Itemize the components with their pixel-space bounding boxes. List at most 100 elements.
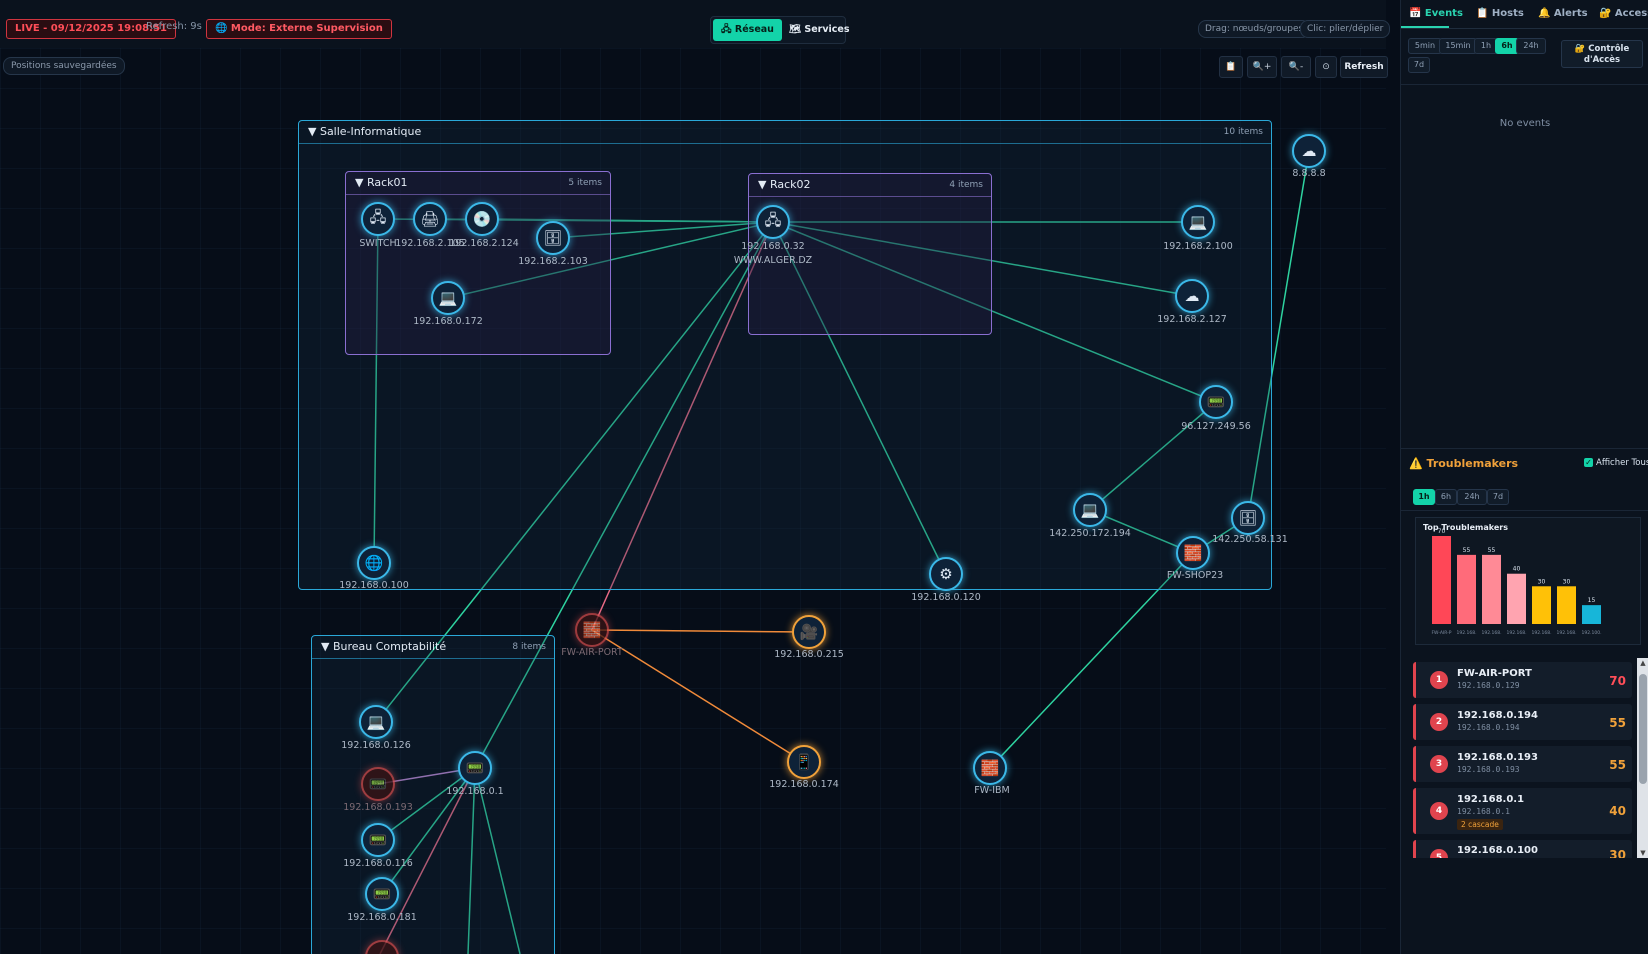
node-192-168-0-1[interactable]: 📟 xyxy=(458,751,492,785)
tm-range-1h[interactable]: 1h xyxy=(1413,489,1435,505)
zoom-in-button[interactable]: 🔍+ xyxy=(1247,56,1277,78)
list-item[interactable]: 3 192.168.0.193 192.168.0.193 55 xyxy=(1413,746,1632,782)
node-www-alger-dz[interactable]: 🖧 xyxy=(756,205,790,239)
node-192-168-0-174[interactable]: 📱 xyxy=(787,745,821,779)
mode-badge[interactable]: 🌐 Mode: Externe Supervision xyxy=(206,19,392,39)
chart-bar[interactable] xyxy=(1532,586,1551,624)
node-8-8-8-8[interactable]: ☁ xyxy=(1292,134,1326,168)
chart-bar[interactable] xyxy=(1457,554,1476,624)
node-192-168-0-215[interactable]: 🎥 xyxy=(792,615,826,649)
node-192-168-0-193[interactable]: 📟 xyxy=(361,767,395,801)
group-header[interactable]: ▼ Rack02 4 items xyxy=(749,174,991,197)
drag-hint: Drag: nœuds/groupes xyxy=(1198,20,1311,38)
list-item[interactable]: 4 192.168.0.1 192.168.0.1 2 cascade 40 xyxy=(1413,788,1632,834)
node-192-168-2-100[interactable]: 💻 xyxy=(1181,205,1215,239)
troublemakers-chart: Top Troublemakers 70 FW-AIR-P 55 192.168. 55… xyxy=(1415,517,1641,645)
node-192-168-0-116[interactable]: 📟 xyxy=(361,823,395,857)
tab-alerts[interactable]: 🔔 Alerts xyxy=(1538,8,1588,19)
node-label: 192.168.0.116 xyxy=(343,858,413,869)
scroll-down-icon[interactable]: ▼ xyxy=(1637,849,1648,857)
node-142-250-172-194[interactable]: 💻 xyxy=(1073,493,1107,527)
scroll-thumb[interactable] xyxy=(1639,674,1647,784)
list-item[interactable]: 1 FW-AIR-PORT 192.168.0.129 70 xyxy=(1413,662,1632,698)
chart-category-label: 192.168. xyxy=(1556,630,1576,636)
group-title[interactable]: ▼ Salle-Informatique xyxy=(308,125,421,138)
zoom-out-button[interactable]: 🔍- xyxy=(1281,56,1311,78)
range-5min[interactable]: 5min xyxy=(1408,38,1442,54)
tab-access[interactable]: 🔐 Access xyxy=(1599,8,1648,19)
clipboard-button[interactable]: 📋 xyxy=(1219,56,1243,78)
rank-badge: 1 xyxy=(1430,671,1448,689)
group-title[interactable]: ▼ Rack02 xyxy=(758,178,811,191)
range-24h[interactable]: 24h xyxy=(1516,38,1546,54)
group-bureau-comptabilite[interactable]: ▼ Bureau Comptabilité 8 items xyxy=(311,635,555,954)
chart-category-label: 192.168. xyxy=(1456,630,1476,636)
range-7d[interactable]: 7d xyxy=(1408,57,1430,73)
node-142-250-58-131[interactable]: 🗄 xyxy=(1231,501,1265,535)
group-header[interactable]: ▼ Rack01 5 items xyxy=(346,172,610,195)
node-label: 8.8.8.8 xyxy=(1292,168,1326,179)
node-label: 192.168.2.127 xyxy=(1157,314,1227,325)
chart-bar[interactable] xyxy=(1582,605,1601,624)
group-header[interactable]: ▼ Bureau Comptabilité 8 items xyxy=(312,636,554,659)
node-label: 192.168.0.172 xyxy=(413,316,483,327)
tab-network[interactable]: 🖧 Réseau xyxy=(713,19,782,41)
top-bar: LIVE - 09/12/2025 19:08:51 Refresh: 9s 🌐… xyxy=(0,0,1391,49)
firewall-icon: 🧱 xyxy=(980,759,1000,777)
scroll-up-icon[interactable]: ▲ xyxy=(1637,659,1648,667)
reset-view-button[interactable]: ⊙ xyxy=(1315,56,1337,78)
group-count: 10 items xyxy=(1223,127,1263,137)
node-192-168-2-103[interactable]: 🗄 xyxy=(536,221,570,255)
group-rack02[interactable]: ▼ Rack02 4 items xyxy=(748,173,992,335)
chart-bar[interactable] xyxy=(1557,586,1576,624)
network-canvas[interactable]: Positions sauvegardées ▼ Salle-Informati… xyxy=(0,48,1386,954)
divider xyxy=(1401,84,1648,85)
node-192-168-2-127[interactable]: ☁ xyxy=(1175,279,1209,313)
chart-bar[interactable] xyxy=(1432,536,1451,624)
node-192-168-2-124[interactable]: 💿 xyxy=(465,202,499,236)
access-control-button[interactable]: 🔐 Contrôle d'Accès xyxy=(1561,40,1643,68)
tab-events[interactable]: 📅 Events xyxy=(1409,8,1463,19)
score: 40 xyxy=(1609,804,1626,818)
tab-hosts[interactable]: 📋 Hosts xyxy=(1476,8,1524,19)
tm-range-7d[interactable]: 7d xyxy=(1487,489,1509,505)
node-fw-shop23[interactable]: 🧱 xyxy=(1176,536,1210,570)
group-title[interactable]: ▼ Bureau Comptabilité xyxy=(321,640,446,653)
router-icon: 📟 xyxy=(372,885,392,903)
show-all-checkbox[interactable]: ✓ Afficher Tous xyxy=(1584,458,1648,468)
link xyxy=(591,629,805,763)
node-label: FW-IBM xyxy=(974,785,1010,796)
refresh-button[interactable]: Refresh xyxy=(1340,56,1388,78)
printer-icon: 🖨 xyxy=(420,210,440,228)
list-item[interactable]: 2 192.168.0.194 192.168.0.194 55 xyxy=(1413,704,1632,740)
node-fw-ibm[interactable]: 🧱 xyxy=(973,751,1007,785)
chart-bar[interactable] xyxy=(1482,554,1501,624)
tab-services[interactable]: 🗺 Services xyxy=(781,19,858,41)
chart-value-label: 30 xyxy=(1538,578,1546,585)
panel-tabs: 📅 Events 📋 Hosts 🔔 Alerts 🔐 Access xyxy=(1401,0,1648,29)
chart-bar[interactable] xyxy=(1507,573,1526,624)
chart-category-label: FW-AIR-P xyxy=(1431,630,1451,636)
list-item[interactable]: 5 192.168.0.100 30 xyxy=(1413,840,1632,858)
node-192-168-0-126[interactable]: 💻 xyxy=(359,705,393,739)
group-title[interactable]: ▼ Rack01 xyxy=(355,176,408,189)
side-panel: 📅 Events 📋 Hosts 🔔 Alerts 🔐 Access 5min … xyxy=(1400,0,1648,954)
node-192-168-2-105[interactable]: 🖨 xyxy=(413,202,447,236)
group-header[interactable]: ▼ Salle-Informatique 10 items xyxy=(299,121,1271,144)
list-scrollbar[interactable]: ▲ ▼ xyxy=(1637,658,1648,858)
tm-range-6h[interactable]: 6h xyxy=(1435,489,1457,505)
rank-badge: 3 xyxy=(1430,755,1448,773)
range-15min[interactable]: 15min xyxy=(1439,38,1477,54)
node-label: 192.168.0.120 xyxy=(911,592,981,603)
node-96-127-249-56[interactable]: 📟 xyxy=(1199,385,1233,419)
rank-badge: 4 xyxy=(1430,802,1448,820)
node-switch[interactable]: 🖧 xyxy=(361,202,395,236)
server-icon: 🗄 xyxy=(1238,509,1258,527)
node-fw-air-port[interactable]: 🧱 xyxy=(575,613,609,647)
tm-range-24h[interactable]: 24h xyxy=(1457,489,1487,505)
node-192-168-0-100[interactable]: 🌐 xyxy=(357,546,391,580)
node-192-168-0-120[interactable]: ⚙ xyxy=(929,557,963,591)
node-192-168-0-181[interactable]: 📟 xyxy=(365,877,399,911)
checkbox-checked-icon[interactable]: ✓ xyxy=(1584,458,1593,467)
node-192-168-0-172[interactable]: 💻 xyxy=(431,281,465,315)
